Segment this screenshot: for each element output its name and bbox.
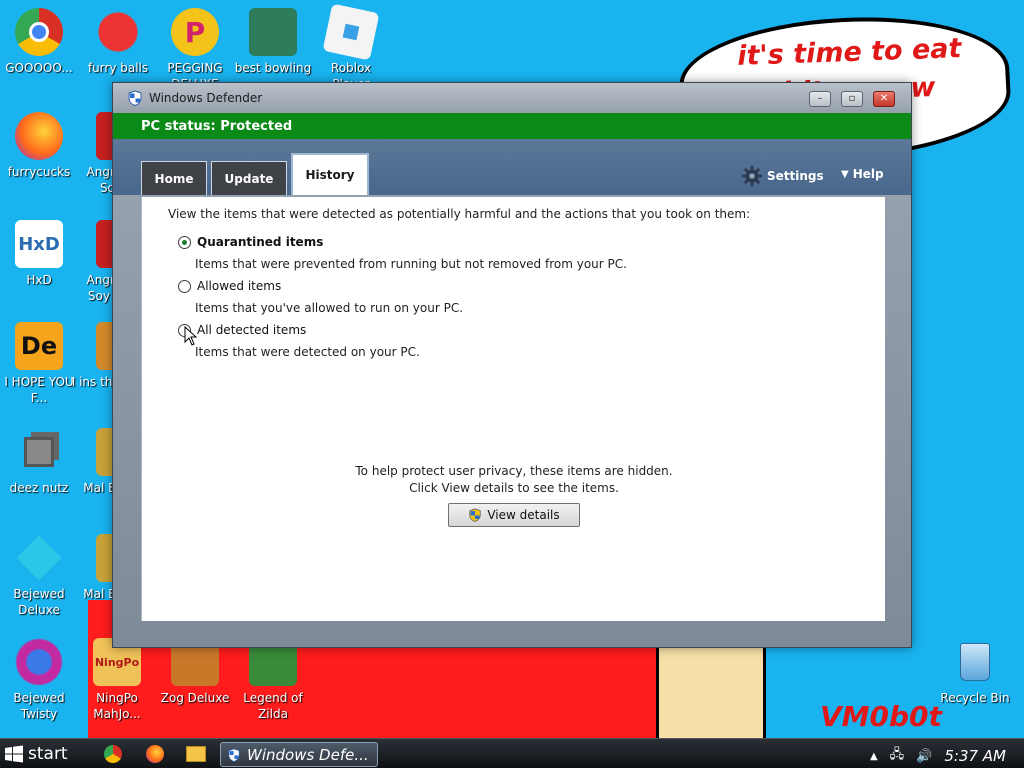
taskbar: start Windows Defe... ▲ 🖧 🔊 5:37 AM bbox=[0, 738, 1024, 768]
mouse-cursor-icon bbox=[184, 326, 198, 346]
radio-allowed-items[interactable]: Allowed items bbox=[178, 279, 281, 293]
hxd-icon: HxD bbox=[15, 220, 63, 268]
quarantined-items-label: Quarantined items bbox=[197, 235, 324, 249]
defender-shield-icon bbox=[228, 747, 240, 762]
desktop-icon-recycle-bin[interactable]: Recycle Bin bbox=[936, 638, 1014, 706]
chrome-icon bbox=[15, 8, 63, 56]
volume-icon[interactable]: 🔊 bbox=[916, 749, 932, 764]
recycle-bin-icon bbox=[951, 638, 999, 686]
gem-icon bbox=[15, 534, 63, 582]
desktop-icon-bejeweled-twisty[interactable]: Bejewed Twisty bbox=[0, 638, 78, 722]
view-details-label: View details bbox=[487, 508, 560, 522]
allowed-items-label: Allowed items bbox=[197, 279, 282, 293]
start-label: start bbox=[28, 744, 68, 764]
history-intro-text: View the items that were detected as pot… bbox=[168, 207, 751, 221]
red-creature-icon bbox=[94, 8, 142, 56]
all-detected-items-label: All detected items bbox=[197, 323, 307, 337]
taskbar-firefox-icon[interactable] bbox=[146, 745, 164, 763]
allowed-items-desc: Items that you've allowed to run on your… bbox=[195, 301, 464, 315]
tab-home[interactable]: Home bbox=[141, 161, 207, 195]
desktop-icon-chrome[interactable]: GOOOOO... bbox=[0, 8, 78, 76]
tray-expand-icon[interactable]: ▲ bbox=[870, 751, 878, 762]
window-title: Windows Defender bbox=[149, 91, 263, 105]
uac-shield-icon bbox=[469, 508, 481, 522]
view-details-button[interactable]: View details bbox=[448, 503, 580, 527]
wallpaper-signature: VM0b0t bbox=[820, 700, 942, 733]
windows-logo-icon bbox=[5, 745, 23, 763]
desktop-icon-legend-of-zilda[interactable]: Legend of Zilda bbox=[234, 638, 312, 722]
gem-icon bbox=[15, 638, 63, 686]
help-label: Help bbox=[852, 167, 884, 181]
pc-status-text: PC status: Protected bbox=[141, 118, 293, 134]
tab-update[interactable]: Update bbox=[211, 161, 287, 195]
desktop-icon-best-bowling[interactable]: best bowling ... bbox=[234, 8, 312, 92]
tab-history[interactable]: History bbox=[291, 153, 369, 195]
settings-link[interactable]: Settings bbox=[741, 165, 824, 187]
help-link[interactable]: ▼ Help bbox=[841, 167, 884, 181]
defender-shield-icon bbox=[128, 90, 142, 106]
taskbar-defender-label: Windows Defe... bbox=[247, 745, 369, 764]
tab-bar: Home Update History Settings ▼ Help bbox=[113, 139, 911, 195]
privacy-notice-line-1: To help protect user privacy, these item… bbox=[355, 464, 673, 478]
radio-button-selected[interactable] bbox=[178, 235, 191, 249]
start-button[interactable]: start bbox=[4, 742, 68, 766]
network-icon[interactable]: 🖧 bbox=[890, 745, 905, 767]
quarantined-items-desc: Items that were prevented from running b… bbox=[195, 257, 627, 271]
peggle-icon: P bbox=[171, 8, 219, 56]
gear-icon bbox=[741, 165, 763, 187]
desktop-icon-zog-deluxe[interactable]: Zog Deluxe bbox=[156, 638, 234, 706]
system-tray: ▲ 🖧 🔊 5:37 AM bbox=[870, 745, 1006, 767]
pc-status-bar: PC status: Protected bbox=[113, 113, 911, 139]
taskbar-chrome-icon[interactable] bbox=[104, 745, 122, 763]
radio-button[interactable] bbox=[178, 279, 191, 293]
close-button[interactable]: ✕ bbox=[873, 91, 895, 107]
radio-quarantined-items[interactable]: Quarantined items bbox=[178, 235, 323, 249]
desktop-icon-furry-balls[interactable]: furry balls bbox=[79, 8, 157, 76]
clock[interactable]: 5:37 AM bbox=[944, 747, 1006, 765]
privacy-notice-line-2: Click View details to see the items. bbox=[409, 481, 619, 495]
de-icon: De bbox=[15, 322, 63, 370]
windows-defender-window: Windows Defender – ▫ ✕ PC status: Protec… bbox=[112, 82, 912, 648]
title-bar[interactable]: Windows Defender bbox=[113, 83, 911, 113]
santa-icon bbox=[249, 8, 297, 56]
taskbar-file-explorer-icon[interactable] bbox=[186, 746, 206, 762]
desktop-icon-pegging-deluxe[interactable]: P PEGGING DELUXE bbox=[156, 8, 234, 92]
desktop-icon-roblox[interactable]: Roblox Player bbox=[312, 3, 390, 92]
all-detected-items-desc: Items that were detected on your PC. bbox=[195, 345, 420, 359]
firefox-icon bbox=[15, 112, 63, 160]
taskbar-windows-defender[interactable]: Windows Defe... bbox=[220, 742, 378, 767]
minimize-button[interactable]: – bbox=[809, 91, 831, 107]
history-panel: View the items that were detected as pot… bbox=[141, 197, 885, 621]
maximize-button[interactable]: ▫ bbox=[841, 91, 863, 107]
chevron-down-icon: ▼ bbox=[841, 168, 849, 180]
roblox-icon bbox=[322, 3, 380, 61]
window-stack-icon bbox=[15, 428, 63, 476]
desktop-icon-ningpo[interactable]: NingPo NingPo MahJo... bbox=[78, 638, 156, 722]
settings-label: Settings bbox=[767, 169, 824, 183]
